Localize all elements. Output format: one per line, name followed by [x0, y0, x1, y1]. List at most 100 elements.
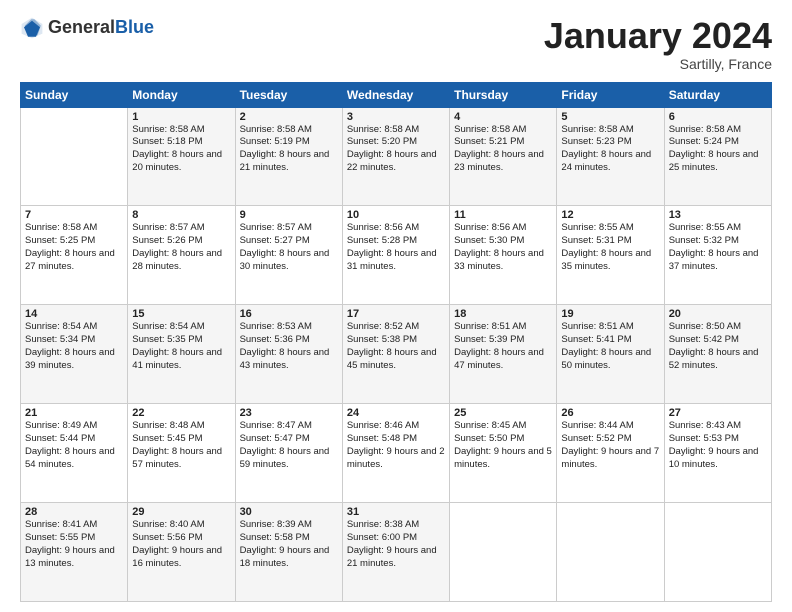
daylight: Daylight: 8 hours and 54 minutes. — [25, 446, 123, 472]
location: Sartilly, France — [544, 56, 772, 72]
cell-content: Sunrise: 8:56 AM Sunset: 5:28 PM Dayligh… — [347, 222, 445, 273]
daylight: Daylight: 8 hours and 21 minutes. — [240, 149, 338, 175]
col-monday: Monday — [128, 82, 235, 107]
daylight: Daylight: 8 hours and 50 minutes. — [561, 347, 659, 373]
daylight: Daylight: 8 hours and 22 minutes. — [347, 149, 445, 175]
header-right: January 2024 Sartilly, France — [544, 16, 772, 72]
calendar-cell: 5 Sunrise: 8:58 AM Sunset: 5:23 PM Dayli… — [557, 107, 664, 206]
calendar-cell: 8 Sunrise: 8:57 AM Sunset: 5:26 PM Dayli… — [128, 206, 235, 305]
sunset: Sunset: 5:58 PM — [240, 532, 338, 545]
sunrise: Sunrise: 8:57 AM — [132, 222, 230, 235]
sunset: Sunset: 5:56 PM — [132, 532, 230, 545]
daylight: Daylight: 8 hours and 35 minutes. — [561, 248, 659, 274]
day-number: 11 — [454, 209, 552, 221]
sunset: Sunset: 5:36 PM — [240, 334, 338, 347]
calendar-cell: 17 Sunrise: 8:52 AM Sunset: 5:38 PM Dayl… — [342, 305, 449, 404]
cell-content: Sunrise: 8:58 AM Sunset: 5:20 PM Dayligh… — [347, 124, 445, 175]
cell-content: Sunrise: 8:47 AM Sunset: 5:47 PM Dayligh… — [240, 420, 338, 471]
calendar-cell: 22 Sunrise: 8:48 AM Sunset: 5:45 PM Dayl… — [128, 404, 235, 503]
day-number: 17 — [347, 308, 445, 320]
daylight: Daylight: 8 hours and 43 minutes. — [240, 347, 338, 373]
calendar-cell: 2 Sunrise: 8:58 AM Sunset: 5:19 PM Dayli… — [235, 107, 342, 206]
sunset: Sunset: 5:39 PM — [454, 334, 552, 347]
day-number: 19 — [561, 308, 659, 320]
calendar-cell: 21 Sunrise: 8:49 AM Sunset: 5:44 PM Dayl… — [21, 404, 128, 503]
sunset: Sunset: 5:48 PM — [347, 433, 445, 446]
calendar-cell: 30 Sunrise: 8:39 AM Sunset: 5:58 PM Dayl… — [235, 503, 342, 602]
day-number: 22 — [132, 407, 230, 419]
day-number: 26 — [561, 407, 659, 419]
calendar-cell: 1 Sunrise: 8:58 AM Sunset: 5:18 PM Dayli… — [128, 107, 235, 206]
sunset: Sunset: 5:41 PM — [561, 334, 659, 347]
day-number: 23 — [240, 407, 338, 419]
sunrise: Sunrise: 8:58 AM — [25, 222, 123, 235]
logo-blue: Blue — [115, 18, 154, 38]
logo: General Blue — [20, 16, 154, 40]
sunset: Sunset: 5:27 PM — [240, 235, 338, 248]
sunset: Sunset: 5:25 PM — [25, 235, 123, 248]
cell-content: Sunrise: 8:58 AM Sunset: 5:25 PM Dayligh… — [25, 222, 123, 273]
sunrise: Sunrise: 8:56 AM — [454, 222, 552, 235]
sunrise: Sunrise: 8:39 AM — [240, 519, 338, 532]
cell-content: Sunrise: 8:52 AM Sunset: 5:38 PM Dayligh… — [347, 321, 445, 372]
sunset: Sunset: 5:55 PM — [25, 532, 123, 545]
daylight: Daylight: 8 hours and 41 minutes. — [132, 347, 230, 373]
sunrise: Sunrise: 8:47 AM — [240, 420, 338, 433]
calendar-week-4: 28 Sunrise: 8:41 AM Sunset: 5:55 PM Dayl… — [21, 503, 772, 602]
daylight: Daylight: 8 hours and 20 minutes. — [132, 149, 230, 175]
sunset: Sunset: 5:28 PM — [347, 235, 445, 248]
sunrise: Sunrise: 8:58 AM — [132, 124, 230, 137]
day-number: 6 — [669, 111, 767, 123]
cell-content: Sunrise: 8:38 AM Sunset: 6:00 PM Dayligh… — [347, 519, 445, 570]
daylight: Daylight: 9 hours and 18 minutes. — [240, 545, 338, 571]
cell-content: Sunrise: 8:44 AM Sunset: 5:52 PM Dayligh… — [561, 420, 659, 471]
cell-content: Sunrise: 8:56 AM Sunset: 5:30 PM Dayligh… — [454, 222, 552, 273]
sunset: Sunset: 5:32 PM — [669, 235, 767, 248]
daylight: Daylight: 8 hours and 27 minutes. — [25, 248, 123, 274]
day-number: 12 — [561, 209, 659, 221]
sunset: Sunset: 5:52 PM — [561, 433, 659, 446]
col-saturday: Saturday — [664, 82, 771, 107]
sunrise: Sunrise: 8:55 AM — [669, 222, 767, 235]
calendar-cell: 15 Sunrise: 8:54 AM Sunset: 5:35 PM Dayl… — [128, 305, 235, 404]
sunrise: Sunrise: 8:56 AM — [347, 222, 445, 235]
sunrise: Sunrise: 8:58 AM — [561, 124, 659, 137]
daylight: Daylight: 9 hours and 7 minutes. — [561, 446, 659, 472]
calendar-cell: 9 Sunrise: 8:57 AM Sunset: 5:27 PM Dayli… — [235, 206, 342, 305]
day-number: 5 — [561, 111, 659, 123]
sunset: Sunset: 5:26 PM — [132, 235, 230, 248]
calendar-week-1: 7 Sunrise: 8:58 AM Sunset: 5:25 PM Dayli… — [21, 206, 772, 305]
day-number: 21 — [25, 407, 123, 419]
cell-content: Sunrise: 8:48 AM Sunset: 5:45 PM Dayligh… — [132, 420, 230, 471]
calendar-cell: 11 Sunrise: 8:56 AM Sunset: 5:30 PM Dayl… — [450, 206, 557, 305]
day-number: 2 — [240, 111, 338, 123]
calendar-cell: 26 Sunrise: 8:44 AM Sunset: 5:52 PM Dayl… — [557, 404, 664, 503]
day-number: 15 — [132, 308, 230, 320]
cell-content: Sunrise: 8:58 AM Sunset: 5:23 PM Dayligh… — [561, 124, 659, 175]
daylight: Daylight: 8 hours and 31 minutes. — [347, 248, 445, 274]
calendar-week-0: 1 Sunrise: 8:58 AM Sunset: 5:18 PM Dayli… — [21, 107, 772, 206]
cell-content: Sunrise: 8:45 AM Sunset: 5:50 PM Dayligh… — [454, 420, 552, 471]
calendar: Sunday Monday Tuesday Wednesday Thursday… — [20, 82, 772, 602]
daylight: Daylight: 8 hours and 39 minutes. — [25, 347, 123, 373]
sunset: Sunset: 5:18 PM — [132, 136, 230, 149]
daylight: Daylight: 8 hours and 28 minutes. — [132, 248, 230, 274]
sunrise: Sunrise: 8:44 AM — [561, 420, 659, 433]
day-number: 20 — [669, 308, 767, 320]
day-number: 30 — [240, 506, 338, 518]
sunset: Sunset: 5:45 PM — [132, 433, 230, 446]
calendar-cell: 3 Sunrise: 8:58 AM Sunset: 5:20 PM Dayli… — [342, 107, 449, 206]
day-number: 3 — [347, 111, 445, 123]
logo-general: General — [48, 18, 115, 38]
col-sunday: Sunday — [21, 82, 128, 107]
calendar-cell: 19 Sunrise: 8:51 AM Sunset: 5:41 PM Dayl… — [557, 305, 664, 404]
day-number: 9 — [240, 209, 338, 221]
sunset: Sunset: 5:38 PM — [347, 334, 445, 347]
sunrise: Sunrise: 8:38 AM — [347, 519, 445, 532]
calendar-cell: 14 Sunrise: 8:54 AM Sunset: 5:34 PM Dayl… — [21, 305, 128, 404]
daylight: Daylight: 9 hours and 2 minutes. — [347, 446, 445, 472]
sunset: Sunset: 5:34 PM — [25, 334, 123, 347]
cell-content: Sunrise: 8:53 AM Sunset: 5:36 PM Dayligh… — [240, 321, 338, 372]
sunrise: Sunrise: 8:54 AM — [25, 321, 123, 334]
cell-content: Sunrise: 8:58 AM Sunset: 5:18 PM Dayligh… — [132, 124, 230, 175]
